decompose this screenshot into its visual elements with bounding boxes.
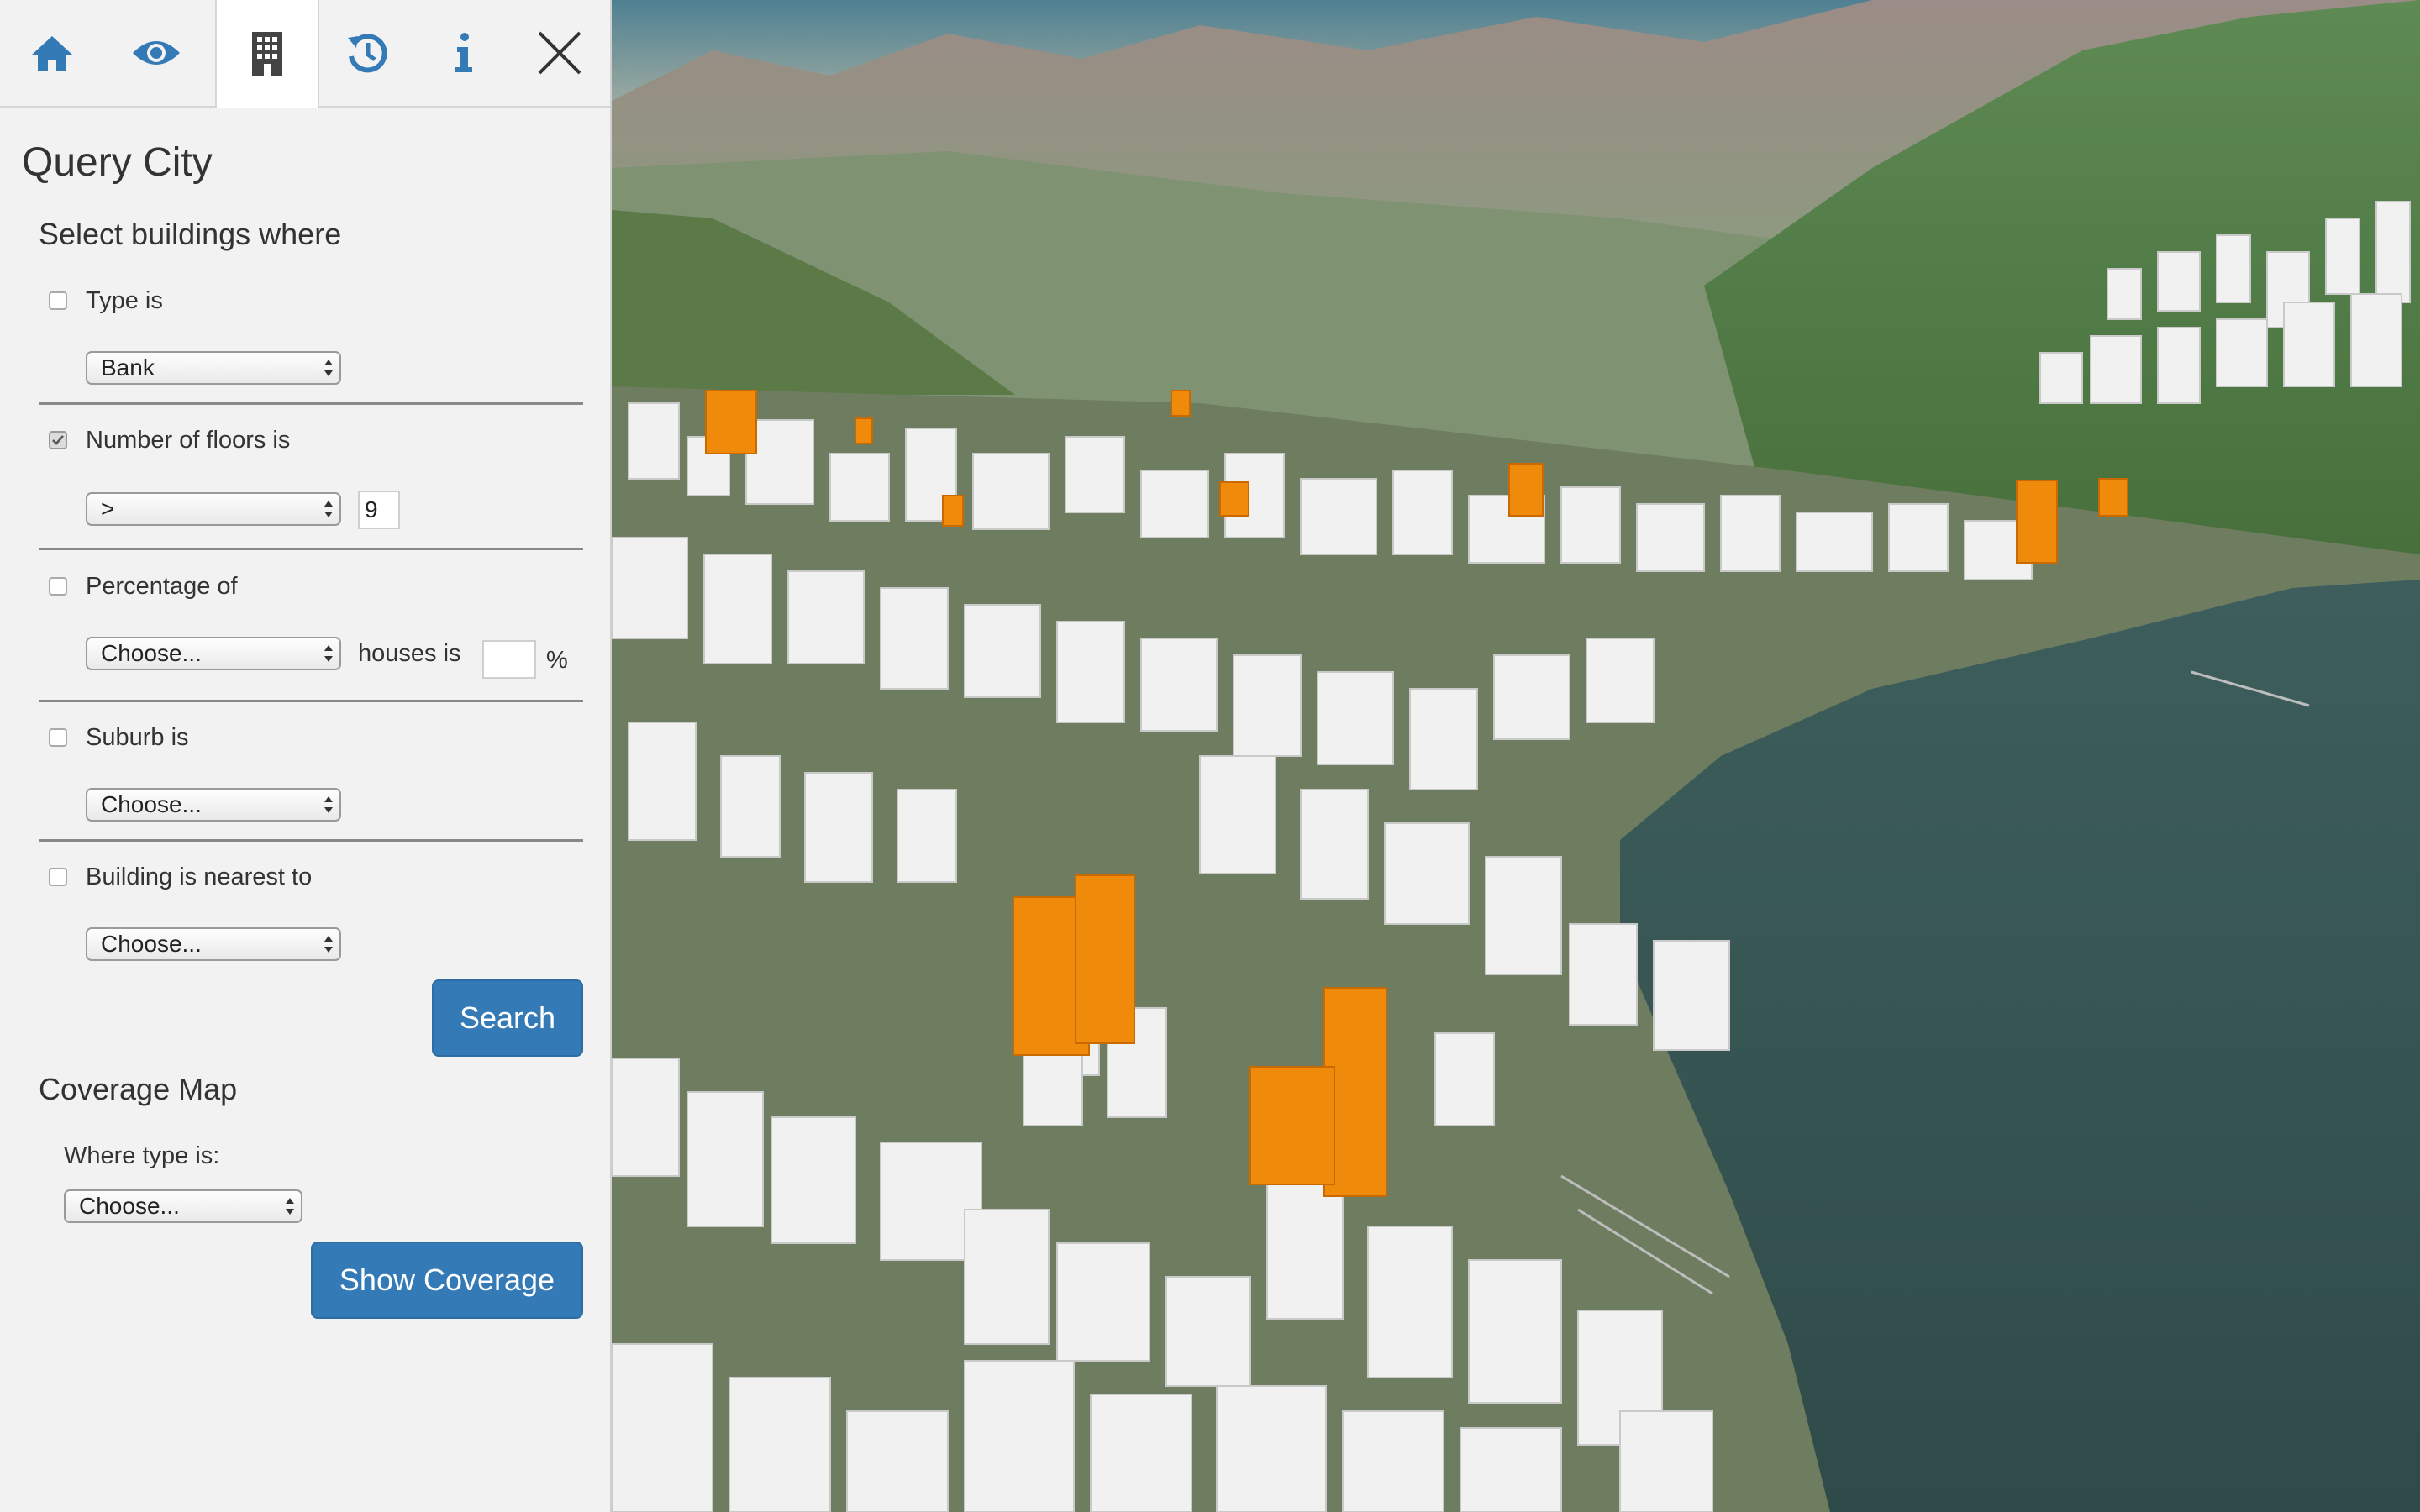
home-icon bbox=[32, 36, 72, 71]
info-icon bbox=[455, 33, 472, 72]
percent-unit: % bbox=[546, 647, 568, 674]
tab-query-city[interactable] bbox=[215, 0, 319, 108]
tab-info[interactable] bbox=[412, 0, 516, 106]
divider bbox=[39, 700, 583, 702]
coverage-type-select[interactable]: Choose... bbox=[64, 1189, 302, 1223]
percentage-label: Percentage of bbox=[86, 573, 238, 600]
tab-history[interactable] bbox=[316, 0, 420, 106]
coverage-heading: Coverage Map bbox=[39, 1072, 238, 1106]
close-icon bbox=[538, 31, 581, 75]
search-button[interactable]: Search bbox=[432, 979, 583, 1057]
floors-label: Number of floors is bbox=[86, 427, 291, 454]
city-3d-scene bbox=[612, 0, 2420, 1512]
percentage-select-value: Choose... bbox=[101, 640, 202, 666]
percentage-checkbox[interactable] bbox=[49, 577, 67, 596]
query-panel: Query City Select buildings where Type i… bbox=[0, 0, 612, 1512]
floors-checkbox[interactable] bbox=[49, 431, 67, 449]
building-icon bbox=[252, 32, 282, 76]
percentage-select[interactable]: Choose... bbox=[86, 637, 341, 670]
suburb-select[interactable]: Choose... bbox=[86, 788, 341, 822]
floors-number-input[interactable]: 9 bbox=[358, 491, 400, 529]
tab-home[interactable] bbox=[0, 0, 104, 106]
nearest-select[interactable]: Choose... bbox=[86, 927, 341, 961]
percentage-amount-input[interactable] bbox=[482, 640, 536, 679]
select-arrows-icon bbox=[324, 360, 333, 376]
houses-is-label: houses is bbox=[358, 640, 461, 667]
eye-icon bbox=[133, 41, 180, 65]
coverage-where-label: Where type is: bbox=[64, 1142, 220, 1169]
nearest-select-value: Choose... bbox=[101, 931, 202, 957]
select-arrows-icon bbox=[324, 501, 333, 517]
toolbar-tabs bbox=[0, 0, 610, 108]
close-panel-button[interactable] bbox=[508, 0, 612, 106]
select-arrows-icon bbox=[324, 936, 333, 953]
tab-view[interactable] bbox=[104, 0, 208, 106]
suburb-checkbox[interactable] bbox=[49, 728, 67, 747]
select-arrows-icon bbox=[324, 645, 333, 662]
show-coverage-button[interactable]: Show Coverage bbox=[311, 1242, 583, 1319]
page-title: Query City bbox=[22, 140, 213, 185]
type-select[interactable]: Bank bbox=[86, 351, 341, 385]
divider bbox=[39, 548, 583, 550]
nearest-label: Building is nearest to bbox=[86, 864, 313, 890]
nearest-checkbox[interactable] bbox=[49, 868, 67, 886]
history-icon bbox=[348, 34, 387, 73]
coverage-type-value: Choose... bbox=[79, 1193, 180, 1219]
floors-operator-value: > bbox=[101, 496, 115, 522]
type-label: Type is bbox=[86, 287, 163, 314]
type-checkbox[interactable] bbox=[49, 291, 67, 310]
select-heading: Select buildings where bbox=[39, 217, 342, 251]
type-select-value: Bank bbox=[101, 354, 155, 381]
suburb-label: Suburb is bbox=[86, 724, 189, 751]
select-arrows-icon bbox=[324, 796, 333, 813]
select-arrows-icon bbox=[286, 1198, 294, 1215]
floors-operator-select[interactable]: > bbox=[86, 492, 341, 526]
divider bbox=[39, 402, 583, 405]
map-viewport[interactable]: ? bbox=[612, 0, 2420, 1512]
suburb-select-value: Choose... bbox=[101, 791, 202, 817]
check-icon bbox=[52, 435, 64, 445]
divider bbox=[39, 839, 583, 842]
